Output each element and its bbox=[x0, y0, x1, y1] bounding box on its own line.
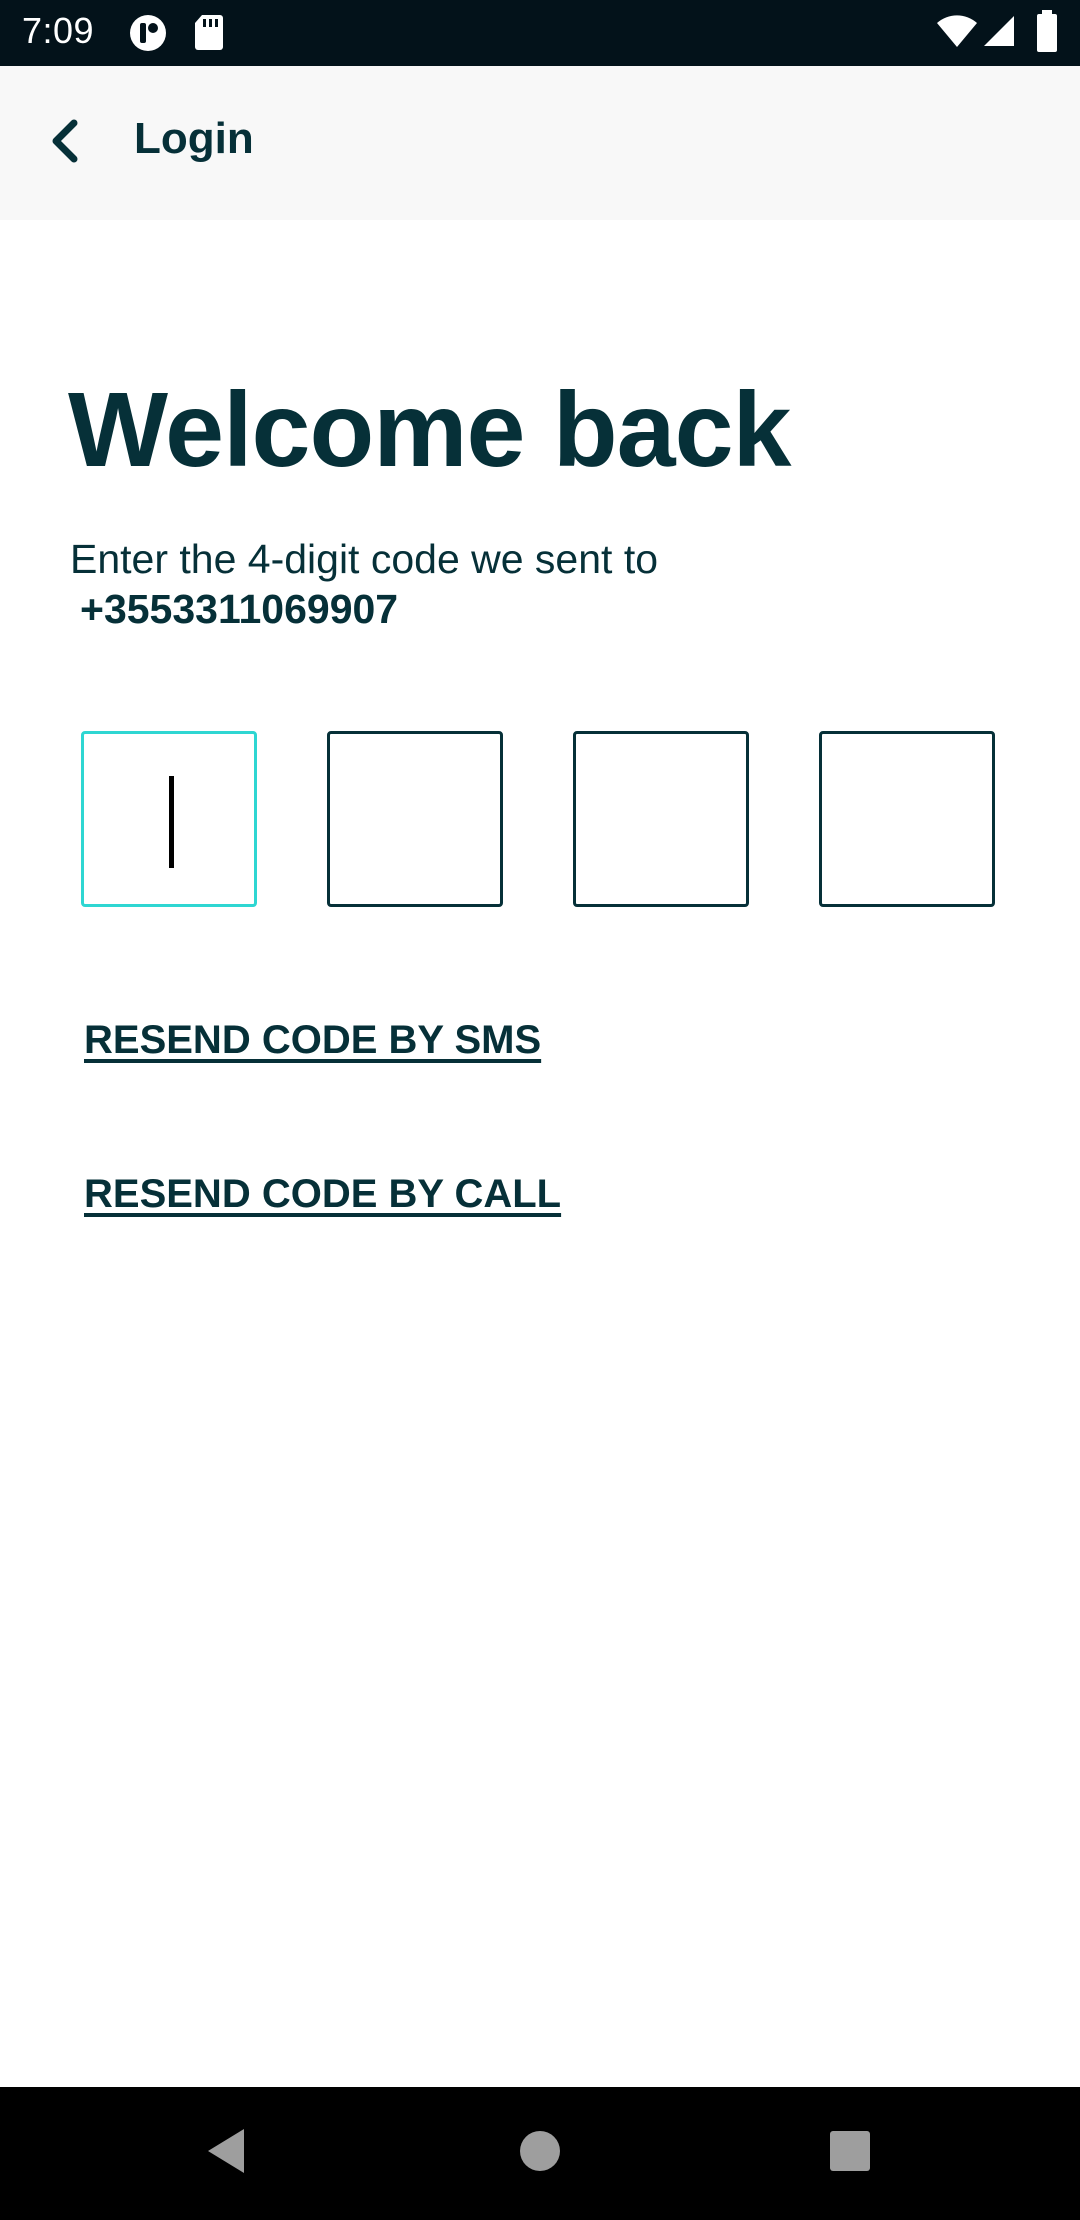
nav-recents-button[interactable] bbox=[814, 2117, 886, 2189]
nav-recents-icon bbox=[828, 2129, 872, 2178]
system-nav-bar bbox=[0, 2087, 1080, 2220]
resend-sms-link[interactable]: RESEND CODE BY SMS bbox=[84, 1018, 541, 1063]
code-digit-1-input[interactable] bbox=[81, 731, 257, 907]
app-bar: Login bbox=[0, 66, 1080, 220]
login-screen: 7:09 Login Welcome back Enter the 4-digi… bbox=[0, 0, 1080, 2220]
back-button[interactable] bbox=[30, 108, 100, 178]
text-cursor bbox=[169, 776, 174, 868]
app-notification-icon bbox=[128, 13, 168, 58]
status-bar: 7:09 bbox=[0, 0, 1080, 66]
chevron-left-icon bbox=[48, 119, 82, 168]
resend-call-link[interactable]: RESEND CODE BY CALL bbox=[84, 1172, 561, 1217]
status-time: 7:09 bbox=[22, 10, 95, 51]
code-digit-2-input[interactable] bbox=[327, 731, 503, 907]
instruction-text: Enter the 4-digit code we sent to bbox=[70, 536, 659, 582]
cell-signal-icon bbox=[982, 14, 1016, 53]
nav-back-icon bbox=[204, 2126, 248, 2181]
nav-home-button[interactable] bbox=[504, 2117, 576, 2189]
wifi-icon bbox=[936, 14, 978, 53]
sd-card-icon bbox=[194, 13, 224, 56]
code-digit-4-input[interactable] bbox=[819, 731, 995, 907]
code-digit-3-input[interactable] bbox=[573, 731, 749, 907]
page-title: Login bbox=[134, 114, 254, 163]
nav-back-button[interactable] bbox=[190, 2117, 262, 2189]
phone-number: +3553311069907 bbox=[80, 586, 399, 632]
welcome-heading: Welcome back bbox=[68, 371, 791, 489]
battery-icon bbox=[1036, 10, 1058, 57]
nav-home-icon bbox=[518, 2129, 562, 2178]
